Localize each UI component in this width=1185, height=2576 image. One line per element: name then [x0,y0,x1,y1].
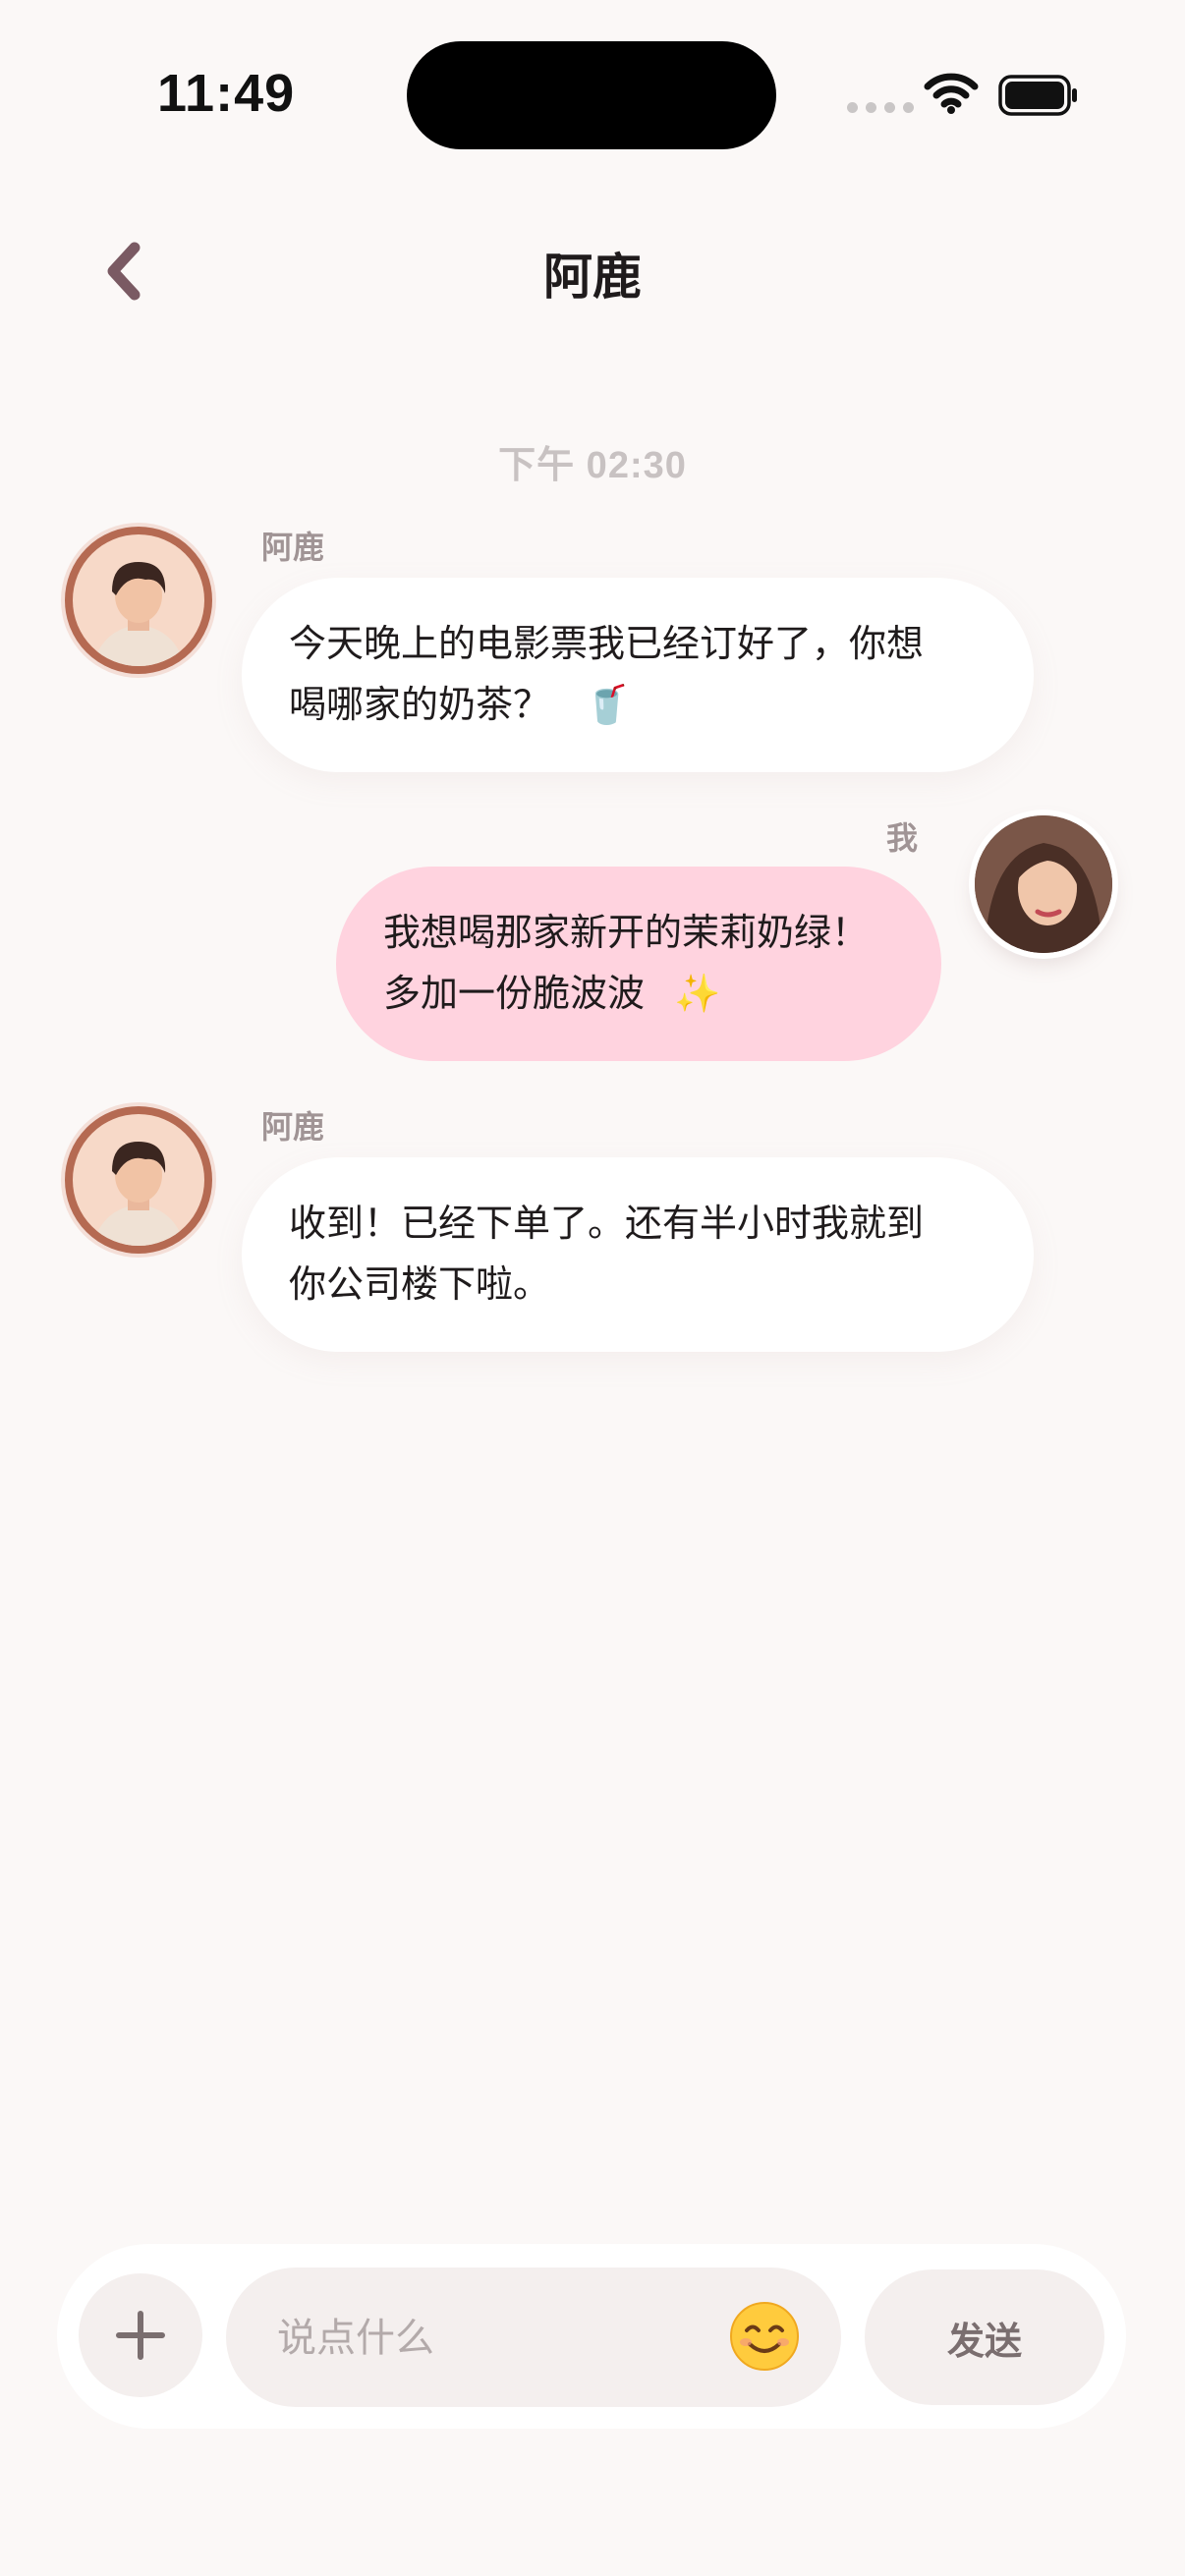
sender-name: 我 [886,819,919,857]
dynamic-island [407,41,776,149]
message-composer: 发送 [57,2244,1126,2429]
contact-avatar[interactable] [65,527,212,674]
message-bubble[interactable]: 收到！已经下单了。还有半小时我就到 你公司楼下啦。 [242,1157,1034,1352]
message-line-text: 喝哪家的奶茶？ [289,683,551,726]
signal-icon [847,102,914,113]
sender-name: 阿鹿 [261,529,325,566]
message-line: 今天晚上的电影票我已经订好了，你想 [289,622,925,665]
message-line-text: 多加一份脆波波 [383,972,646,1015]
add-attachment-button[interactable] [79,2273,202,2397]
smiling-face-icon[interactable] [725,2297,804,2376]
sender-name: 阿鹿 [261,1108,325,1146]
plus-icon [116,2311,165,2360]
message-timestamp: 下午 02:30 [498,445,687,486]
wifi-icon [924,73,979,114]
message-bubble[interactable]: 今天晚上的电影票我已经订好了，你想 喝哪家的奶茶？ 🥤 [242,578,1034,772]
cup-icon: 🥤 [584,683,631,726]
message-bubble[interactable]: 我想喝那家新开的茉莉奶绿！ 多加一份脆波波 ✨ [336,867,941,1061]
status-time: 11:49 [157,64,296,123]
message-line: 喝哪家的奶茶？ 🥤 [289,674,987,735]
contact-avatar[interactable] [65,1106,212,1254]
message-input-wrapper [226,2268,841,2409]
message-input[interactable] [275,2268,711,2409]
avatar-image [73,1114,204,1246]
page-title: 阿鹿 [543,249,642,306]
message-line: 我想喝那家新开的茉莉奶绿！ [383,911,870,954]
avatar-image [975,815,1112,953]
message-line: 收到！已经下单了。还有半小时我就到 [289,1202,925,1245]
message-line: 你公司楼下啦。 [289,1262,551,1306]
my-avatar[interactable] [975,815,1112,953]
battery-icon [998,75,1077,116]
send-button[interactable]: 发送 [865,2269,1104,2405]
message-line: 多加一份脆波波 ✨ [383,963,894,1024]
avatar-image [73,534,204,666]
sparkles-icon: ✨ [674,972,721,1015]
